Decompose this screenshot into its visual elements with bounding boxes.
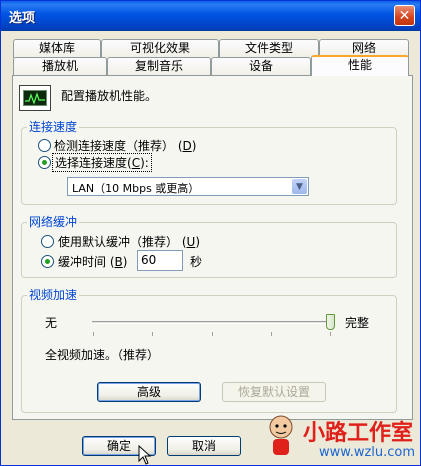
slider-tick — [152, 332, 153, 336]
acceleration-slider-thumb[interactable] — [326, 314, 335, 330]
acceleration-status-text: 全视频加速。（推荐） — [45, 348, 160, 362]
slider-tick — [330, 332, 331, 336]
acceleration-slider-track[interactable] — [92, 321, 332, 324]
choose-speed-label: 选择连接速度(C): — [52, 153, 152, 172]
tab-file-types[interactable]: 文件类型 — [219, 39, 319, 58]
cancel-button[interactable]: 取消 — [167, 436, 241, 456]
connection-speed-value: LAN（10 Mbps 或更高） — [72, 182, 200, 195]
slider-tick — [93, 332, 94, 336]
advanced-button[interactable]: 高级 — [97, 382, 201, 402]
buffer-seconds-input[interactable]: 60 — [137, 250, 183, 271]
watermark: 小路工作室 www.wzlu.com — [259, 411, 419, 465]
network-buffer-label: 网络缓冲 — [27, 213, 80, 230]
video-acceleration-label: 视频加速 — [27, 286, 80, 303]
restore-defaults-button[interactable]: 恢复默认设置 — [222, 382, 326, 402]
default-buffer-label: 使用默认缓冲（推荐） (U) — [58, 235, 200, 249]
connection-speed-label: 连接速度 — [27, 118, 80, 135]
mascot-icon — [269, 415, 293, 455]
buffer-seconds-unit: 秒 — [190, 255, 203, 269]
slider-max-label: 完整 — [345, 316, 370, 330]
slider-min-label: 无 — [45, 316, 58, 330]
performance-monitor-icon — [19, 85, 51, 111]
buffer-time-label: 缓冲时间 (B) — [58, 255, 128, 269]
default-buffer-radio[interactable] — [41, 235, 54, 248]
chevron-down-icon[interactable]: ▼ — [292, 179, 307, 194]
buffer-time-radio[interactable] — [41, 255, 54, 268]
close-button[interactable]: ✕ — [394, 5, 415, 26]
watermark-text: 小路工作室 — [303, 421, 414, 446]
connection-speed-select[interactable]: LAN（10 Mbps 或更高） ▼ — [67, 177, 309, 196]
title-bar[interactable]: 选项 ✕ — [1, 1, 420, 31]
tab-rip-music[interactable]: 复制音乐 — [107, 57, 211, 76]
tab-devices[interactable]: 设备 — [211, 57, 311, 76]
options-dialog: 选项 ✕ 媒体库 可视化效果 文件类型 网络 播放机 复制音乐 设备 性能 配置… — [0, 0, 421, 466]
tab-visualizations[interactable]: 可视化效果 — [101, 39, 219, 58]
choose-speed-radio[interactable] — [38, 156, 51, 169]
mouse-cursor-icon — [138, 445, 152, 465]
close-icon: ✕ — [398, 7, 411, 24]
slider-tick — [271, 332, 272, 336]
performance-description: 配置播放机性能。 — [61, 89, 158, 103]
tab-player[interactable]: 播放机 — [13, 57, 107, 76]
window-title: 选项 — [9, 11, 36, 26]
detect-speed-radio[interactable] — [38, 139, 51, 152]
slider-tick — [212, 332, 213, 336]
watermark-url: www.wzlu.com — [319, 445, 416, 460]
tab-media-library[interactable]: 媒体库 — [13, 39, 101, 58]
tab-performance[interactable]: 性能 — [311, 55, 409, 76]
detect-speed-label: 检测连接速度（推荐） (D) — [54, 139, 197, 153]
